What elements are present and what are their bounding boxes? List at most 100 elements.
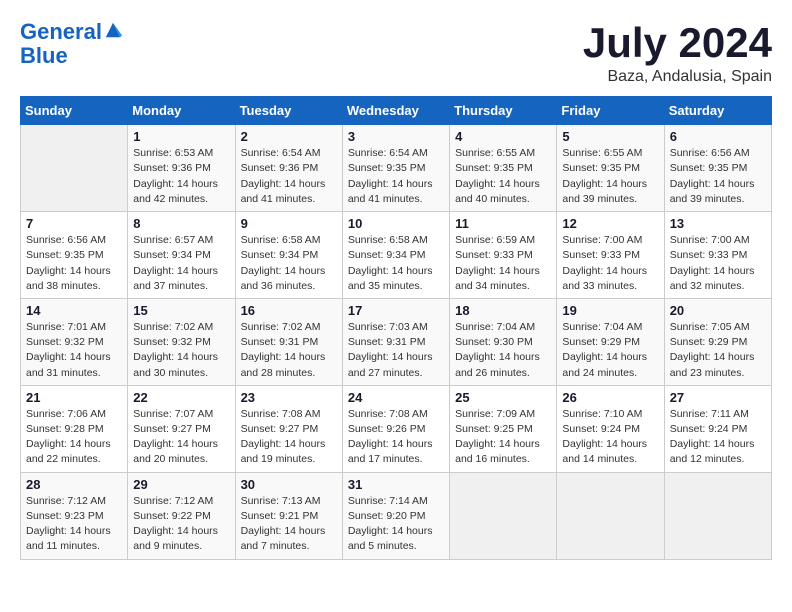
day-number: 21 — [26, 390, 122, 405]
day-info: Sunrise: 6:55 AMSunset: 9:35 PMDaylight:… — [455, 146, 551, 207]
calendar-cell: 1 Sunrise: 6:53 AMSunset: 9:36 PMDaylight… — [128, 125, 235, 212]
day-number: 23 — [241, 390, 337, 405]
day-number: 2 — [241, 129, 337, 144]
calendar-body: 1 Sunrise: 6:53 AMSunset: 9:36 PMDaylight… — [21, 125, 772, 559]
calendar-week-5: 28 Sunrise: 7:12 AMSunset: 9:23 PMDayligh… — [21, 472, 772, 559]
day-info: Sunrise: 6:54 AMSunset: 9:36 PMDaylight:… — [241, 146, 337, 207]
day-info: Sunrise: 7:00 AMSunset: 9:33 PMDaylight:… — [670, 233, 766, 294]
day-info: Sunrise: 6:59 AMSunset: 9:33 PMDaylight:… — [455, 233, 551, 294]
subtitle: Baza, Andalusia, Spain — [583, 68, 772, 86]
day-number: 17 — [348, 303, 444, 318]
calendar-cell: 28 Sunrise: 7:12 AMSunset: 9:23 PMDayligh… — [21, 472, 128, 559]
day-info: Sunrise: 6:54 AMSunset: 9:35 PMDaylight:… — [348, 146, 444, 207]
day-number: 5 — [562, 129, 658, 144]
calendar-cell — [557, 472, 664, 559]
day-number: 1 — [133, 129, 229, 144]
calendar-week-3: 14 Sunrise: 7:01 AMSunset: 9:32 PMDayligh… — [21, 298, 772, 385]
weekday-header-wednesday: Wednesday — [342, 97, 449, 125]
logo-line2: Blue — [20, 43, 68, 68]
day-number: 22 — [133, 390, 229, 405]
day-info: Sunrise: 7:12 AMSunset: 9:22 PMDaylight:… — [133, 494, 229, 555]
day-info: Sunrise: 7:09 AMSunset: 9:25 PMDaylight:… — [455, 407, 551, 468]
calendar-cell: 14 Sunrise: 7:01 AMSunset: 9:32 PMDayligh… — [21, 298, 128, 385]
day-info: Sunrise: 7:08 AMSunset: 9:27 PMDaylight:… — [241, 407, 337, 468]
day-number: 25 — [455, 390, 551, 405]
logo-text: General Blue — [20, 20, 122, 68]
day-number: 18 — [455, 303, 551, 318]
page-header: General Blue July 2024 Baza, Andalusia, … — [20, 20, 772, 86]
weekday-header-sunday: Sunday — [21, 97, 128, 125]
day-number: 26 — [562, 390, 658, 405]
day-info: Sunrise: 7:10 AMSunset: 9:24 PMDaylight:… — [562, 407, 658, 468]
day-info: Sunrise: 7:08 AMSunset: 9:26 PMDaylight:… — [348, 407, 444, 468]
calendar-cell: 3 Sunrise: 6:54 AMSunset: 9:35 PMDaylight… — [342, 125, 449, 212]
calendar-cell: 30 Sunrise: 7:13 AMSunset: 9:21 PMDayligh… — [235, 472, 342, 559]
day-number: 28 — [26, 477, 122, 492]
day-info: Sunrise: 6:57 AMSunset: 9:34 PMDaylight:… — [133, 233, 229, 294]
calendar-cell: 5Sunrise: 6:55 AMSunset: 9:35 PMDaylight… — [557, 125, 664, 212]
calendar-cell: 31Sunrise: 7:14 AMSunset: 9:20 PMDayligh… — [342, 472, 449, 559]
calendar-header: SundayMondayTuesdayWednesdayThursdayFrid… — [21, 97, 772, 125]
day-number: 19 — [562, 303, 658, 318]
calendar-cell: 25 Sunrise: 7:09 AMSunset: 9:25 PMDayligh… — [450, 385, 557, 472]
day-info: Sunrise: 7:04 AMSunset: 9:29 PMDaylight:… — [562, 320, 658, 381]
day-info: Sunrise: 7:00 AMSunset: 9:33 PMDaylight:… — [562, 233, 658, 294]
calendar-cell: 13 Sunrise: 7:00 AMSunset: 9:33 PMDayligh… — [664, 212, 771, 299]
calendar-cell: 24 Sunrise: 7:08 AMSunset: 9:26 PMDayligh… — [342, 385, 449, 472]
weekday-header-monday: Monday — [128, 97, 235, 125]
calendar-cell: 9 Sunrise: 6:58 AMSunset: 9:34 PMDaylight… — [235, 212, 342, 299]
day-number: 30 — [241, 477, 337, 492]
day-info: Sunrise: 7:01 AMSunset: 9:32 PMDaylight:… — [26, 320, 122, 381]
day-number: 3 — [348, 129, 444, 144]
calendar-table: SundayMondayTuesdayWednesdayThursdayFrid… — [20, 96, 772, 559]
day-info: Sunrise: 7:06 AMSunset: 9:28 PMDaylight:… — [26, 407, 122, 468]
day-info: Sunrise: 7:02 AMSunset: 9:31 PMDaylight:… — [241, 320, 337, 381]
calendar-cell: 19 Sunrise: 7:04 AMSunset: 9:29 PMDayligh… — [557, 298, 664, 385]
day-number: 13 — [670, 216, 766, 231]
day-number: 31 — [348, 477, 444, 492]
day-info: Sunrise: 7:02 AMSunset: 9:32 PMDaylight:… — [133, 320, 229, 381]
calendar-cell: 6Sunrise: 6:56 AMSunset: 9:35 PMDaylight… — [664, 125, 771, 212]
day-number: 24 — [348, 390, 444, 405]
title-area: July 2024 Baza, Andalusia, Spain — [583, 20, 772, 86]
logo: General Blue — [20, 20, 122, 68]
day-number: 9 — [241, 216, 337, 231]
calendar-cell — [450, 472, 557, 559]
calendar-cell — [664, 472, 771, 559]
day-info: Sunrise: 7:11 AMSunset: 9:24 PMDaylight:… — [670, 407, 766, 468]
day-info: Sunrise: 7:12 AMSunset: 9:23 PMDaylight:… — [26, 494, 122, 555]
calendar-cell: 8Sunrise: 6:57 AMSunset: 9:34 PMDaylight… — [128, 212, 235, 299]
calendar-cell: 29 Sunrise: 7:12 AMSunset: 9:22 PMDayligh… — [128, 472, 235, 559]
day-number: 6 — [670, 129, 766, 144]
day-number: 12 — [562, 216, 658, 231]
logo-line1: General — [20, 19, 102, 44]
day-info: Sunrise: 6:53 AMSunset: 9:36 PMDaylight:… — [133, 146, 229, 207]
day-number: 4 — [455, 129, 551, 144]
calendar-cell: 2 Sunrise: 6:54 AMSunset: 9:36 PMDaylight… — [235, 125, 342, 212]
calendar-cell: 12 Sunrise: 7:00 AMSunset: 9:33 PMDayligh… — [557, 212, 664, 299]
calendar-cell: 17 Sunrise: 7:03 AMSunset: 9:31 PMDayligh… — [342, 298, 449, 385]
calendar-cell: 27 Sunrise: 7:11 AMSunset: 9:24 PMDayligh… — [664, 385, 771, 472]
calendar-cell: 10Sunrise: 6:58 AMSunset: 9:34 PMDayligh… — [342, 212, 449, 299]
weekday-header-row: SundayMondayTuesdayWednesdayThursdayFrid… — [21, 97, 772, 125]
calendar-cell: 18Sunrise: 7:04 AMSunset: 9:30 PMDayligh… — [450, 298, 557, 385]
main-title: July 2024 — [583, 20, 772, 66]
day-number: 15 — [133, 303, 229, 318]
calendar-cell: 7Sunrise: 6:56 AMSunset: 9:35 PMDaylight… — [21, 212, 128, 299]
calendar-cell: 16Sunrise: 7:02 AMSunset: 9:31 PMDayligh… — [235, 298, 342, 385]
calendar-cell: 11 Sunrise: 6:59 AMSunset: 9:33 PMDayligh… — [450, 212, 557, 299]
day-number: 11 — [455, 216, 551, 231]
day-number: 29 — [133, 477, 229, 492]
day-number: 10 — [348, 216, 444, 231]
day-info: Sunrise: 7:05 AMSunset: 9:29 PMDaylight:… — [670, 320, 766, 381]
day-number: 27 — [670, 390, 766, 405]
day-number: 14 — [26, 303, 122, 318]
day-number: 7 — [26, 216, 122, 231]
day-info: Sunrise: 7:13 AMSunset: 9:21 PMDaylight:… — [241, 494, 337, 555]
day-info: Sunrise: 6:58 AMSunset: 9:34 PMDaylight:… — [241, 233, 337, 294]
day-info: Sunrise: 7:03 AMSunset: 9:31 PMDaylight:… — [348, 320, 444, 381]
day-number: 20 — [670, 303, 766, 318]
logo-icon — [104, 21, 122, 39]
calendar-cell: 26 Sunrise: 7:10 AMSunset: 9:24 PMDayligh… — [557, 385, 664, 472]
calendar-cell: 20 Sunrise: 7:05 AMSunset: 9:29 PMDayligh… — [664, 298, 771, 385]
